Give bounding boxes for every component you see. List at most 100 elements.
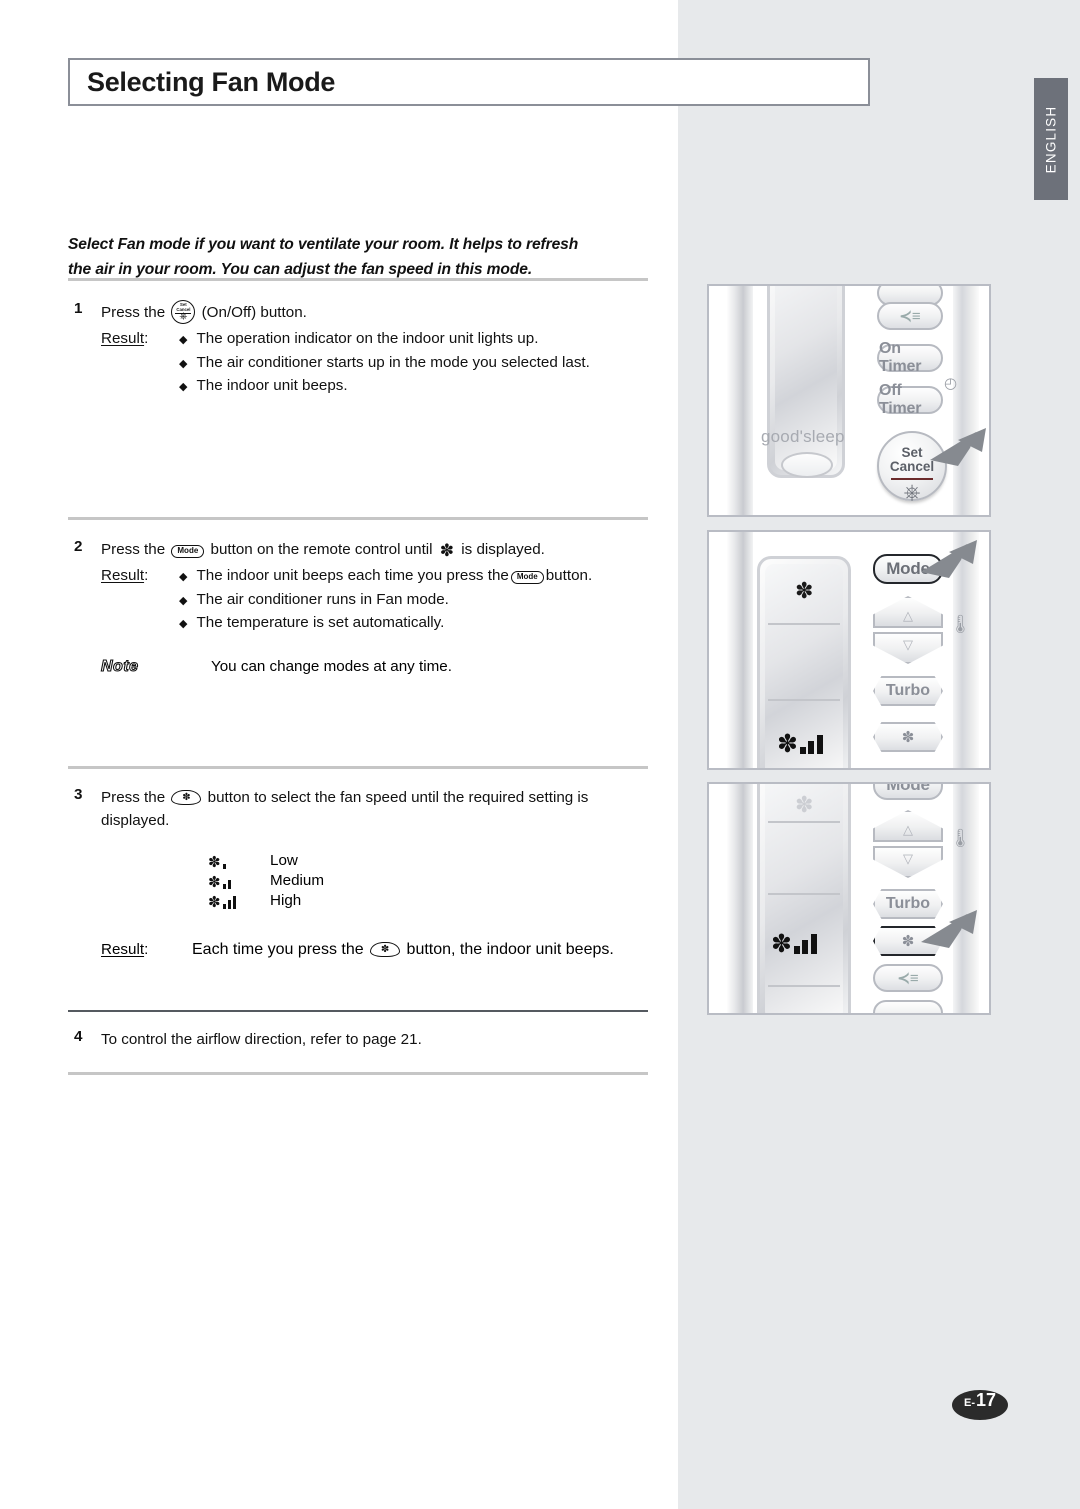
temp-down-button[interactable]: ▽ — [873, 846, 943, 878]
fan-icon: ✽ — [771, 930, 792, 958]
fan-icon: ✽ — [208, 873, 221, 891]
mode-button-icon: Mode — [510, 571, 544, 584]
diamond-bullet-icon: ◆ — [179, 618, 188, 631]
step-2-text-a: Press the — [101, 541, 166, 558]
remote-left-rail — [727, 286, 753, 515]
diamond-bullet-icon: ◆ — [179, 571, 188, 584]
result-item: ◆ The indoor unit beeps. — [179, 374, 660, 398]
page-prefix: E- — [963, 1397, 975, 1409]
step-1: 1 Press the Set Cancel ⎈ (On/Off) button.… — [68, 300, 660, 398]
divider — [68, 766, 648, 769]
manual-page: ENGLISH Selecting Fan Mode Select Fan mo… — [0, 0, 1080, 1509]
fan-speed-icon: ✽ — [901, 933, 915, 950]
page-number-badge: E- 17 — [952, 1390, 1008, 1420]
triangle-down-icon: ▽ — [903, 637, 913, 652]
page-title: Selecting Fan Mode — [87, 66, 336, 97]
page-title-bar: Selecting Fan Mode — [68, 58, 870, 106]
divider — [68, 278, 648, 281]
airflow-button[interactable]: ≺≡ — [877, 302, 943, 330]
pointer-cursor-icon — [924, 426, 986, 474]
fan-speed-low-icon: ✽ — [208, 852, 270, 871]
fan-speed-low-label: Low — [270, 851, 298, 869]
fan-speed-button[interactable]: ✽ — [873, 722, 943, 752]
level-bars — [222, 856, 227, 869]
step-1-result-label: Result: — [101, 330, 149, 348]
pointer-cursor-icon — [915, 538, 977, 586]
thermometer-icon: 🌡 — [949, 614, 972, 634]
intro-line-2: the air in your room. You can adjust the… — [68, 261, 533, 279]
display-fan-icon: ✽ — [795, 792, 814, 817]
step-2-number: 2 — [74, 538, 83, 555]
note-block: Note You can change modes at any time. — [100, 657, 452, 676]
temp-up-button[interactable]: △ — [873, 596, 943, 628]
step-4-number: 4 — [74, 1028, 83, 1045]
step-4: 4 To control the airflow direction, refe… — [68, 1028, 660, 1051]
goodsleep-button[interactable] — [781, 452, 833, 478]
remote-illustration-1: good'sleep ≺≡ On Timer Off Timer ◴ Set Ca… — [707, 284, 991, 517]
fan-icon: ✽ — [439, 541, 455, 560]
remote-illustration-3: ✽ ✽ Mode △ ▽ 🌡 Turbo ✽ ≺≡ — [707, 782, 991, 1015]
remote-right-rail — [953, 784, 979, 1013]
turbo-button-label: Turbo — [885, 682, 931, 699]
fan-speed-high-icon: ✽ — [208, 892, 270, 911]
display-fan-icon: ✽ — [795, 578, 814, 603]
intro-line-1: Select Fan mode if you want to ventilate… — [68, 236, 579, 253]
fan-speed-high-row: ✽ High — [208, 890, 324, 910]
note-badge: Note — [100, 657, 139, 675]
step-2-result: Result: ◆ The indoor unit beeps each tim… — [101, 564, 660, 635]
fan-icon: ✽ — [208, 893, 221, 911]
on-timer-label: On Timer — [879, 340, 922, 375]
triangle-down-icon: ▽ — [903, 851, 913, 866]
remote-right-rail — [953, 286, 979, 515]
result-item: Each time you press the button, the indo… — [192, 941, 661, 959]
step-1-text-a: Press the — [101, 304, 166, 321]
triangle-up-icon: △ — [903, 608, 913, 623]
thermometer-icon: 🌡 — [949, 828, 972, 848]
turbo-button[interactable]: Turbo — [873, 676, 943, 706]
diamond-bullet-icon: ◆ — [179, 334, 188, 347]
temp-down-button[interactable]: ▽ — [873, 632, 943, 664]
step-4-text: To control the airflow direction, refer … — [101, 1031, 422, 1048]
intro-paragraph: Select Fan mode if you want to ventilate… — [68, 232, 628, 283]
mode-button-label: Mode — [886, 782, 930, 794]
result-item: ◆ The temperature is set automatically. — [179, 611, 660, 635]
divider — [68, 1072, 648, 1075]
fan-speed-high-label: High — [270, 891, 302, 909]
step-2-result-label: Result: — [101, 567, 149, 585]
remote-illustration-2: ✽ ✽ Mode △ ▽ 🌡 Turbo ✽ — [707, 530, 991, 770]
diamond-bullet-icon: ◆ — [179, 594, 188, 607]
step-3-text-b: button to select the fan speed until the… — [207, 789, 589, 806]
result-item: ◆ The air conditioner runs in Fan mode. — [179, 588, 660, 612]
onoff-button-icon: Set Cancel ⎈ — [171, 300, 196, 324]
on-timer-button[interactable]: On Timer — [877, 340, 943, 375]
fan-speed-low-row: ✽ Low — [208, 850, 324, 870]
page-number: 17 — [975, 1390, 997, 1410]
off-timer-button[interactable]: Off Timer — [877, 382, 943, 417]
note-text: You can change modes at any time. — [211, 658, 452, 675]
step-3-result-label: Result: — [101, 941, 149, 958]
remote-left-rail — [727, 532, 753, 768]
fan-speed-button-icon — [370, 942, 401, 957]
level-bars — [799, 732, 823, 754]
goodsleep-label: good'sleep — [761, 427, 845, 446]
step-3-number: 3 — [74, 786, 83, 803]
temp-up-button[interactable]: △ — [873, 810, 943, 842]
fan-speed-medium-label: Medium — [270, 871, 325, 889]
fan-icon: ✽ — [777, 730, 798, 758]
remote-display-plate — [767, 286, 845, 478]
power-icon: ⎈ — [903, 481, 921, 504]
fan-speed-icon: ✽ — [901, 729, 915, 746]
step-1-text-b: (On/Off) button. — [201, 304, 307, 321]
step-2: 2 Press the Mode button on the remote co… — [68, 538, 660, 635]
fan-speed-list: ✽ Low ✽ Medium ✽ High — [208, 850, 324, 910]
fan-speed-medium-icon: ✽ — [208, 872, 270, 891]
step-3-instruction: Press the button to select the fan speed… — [101, 786, 660, 832]
step-2-instruction: Press the Mode button on the remote cont… — [101, 538, 660, 561]
display-fan-speed-indicator: ✽ — [771, 930, 817, 958]
airflow-button[interactable]: ≺≡ — [873, 964, 943, 992]
mode-button[interactable]: Mode — [873, 782, 943, 800]
step-2-text-b: button on the remote control until — [210, 541, 433, 558]
fan-icon: ✽ — [208, 853, 221, 871]
pill-bottom-partial[interactable] — [873, 1000, 943, 1013]
step-1-result: Result: ◆ The operation indicator on the … — [101, 327, 660, 398]
